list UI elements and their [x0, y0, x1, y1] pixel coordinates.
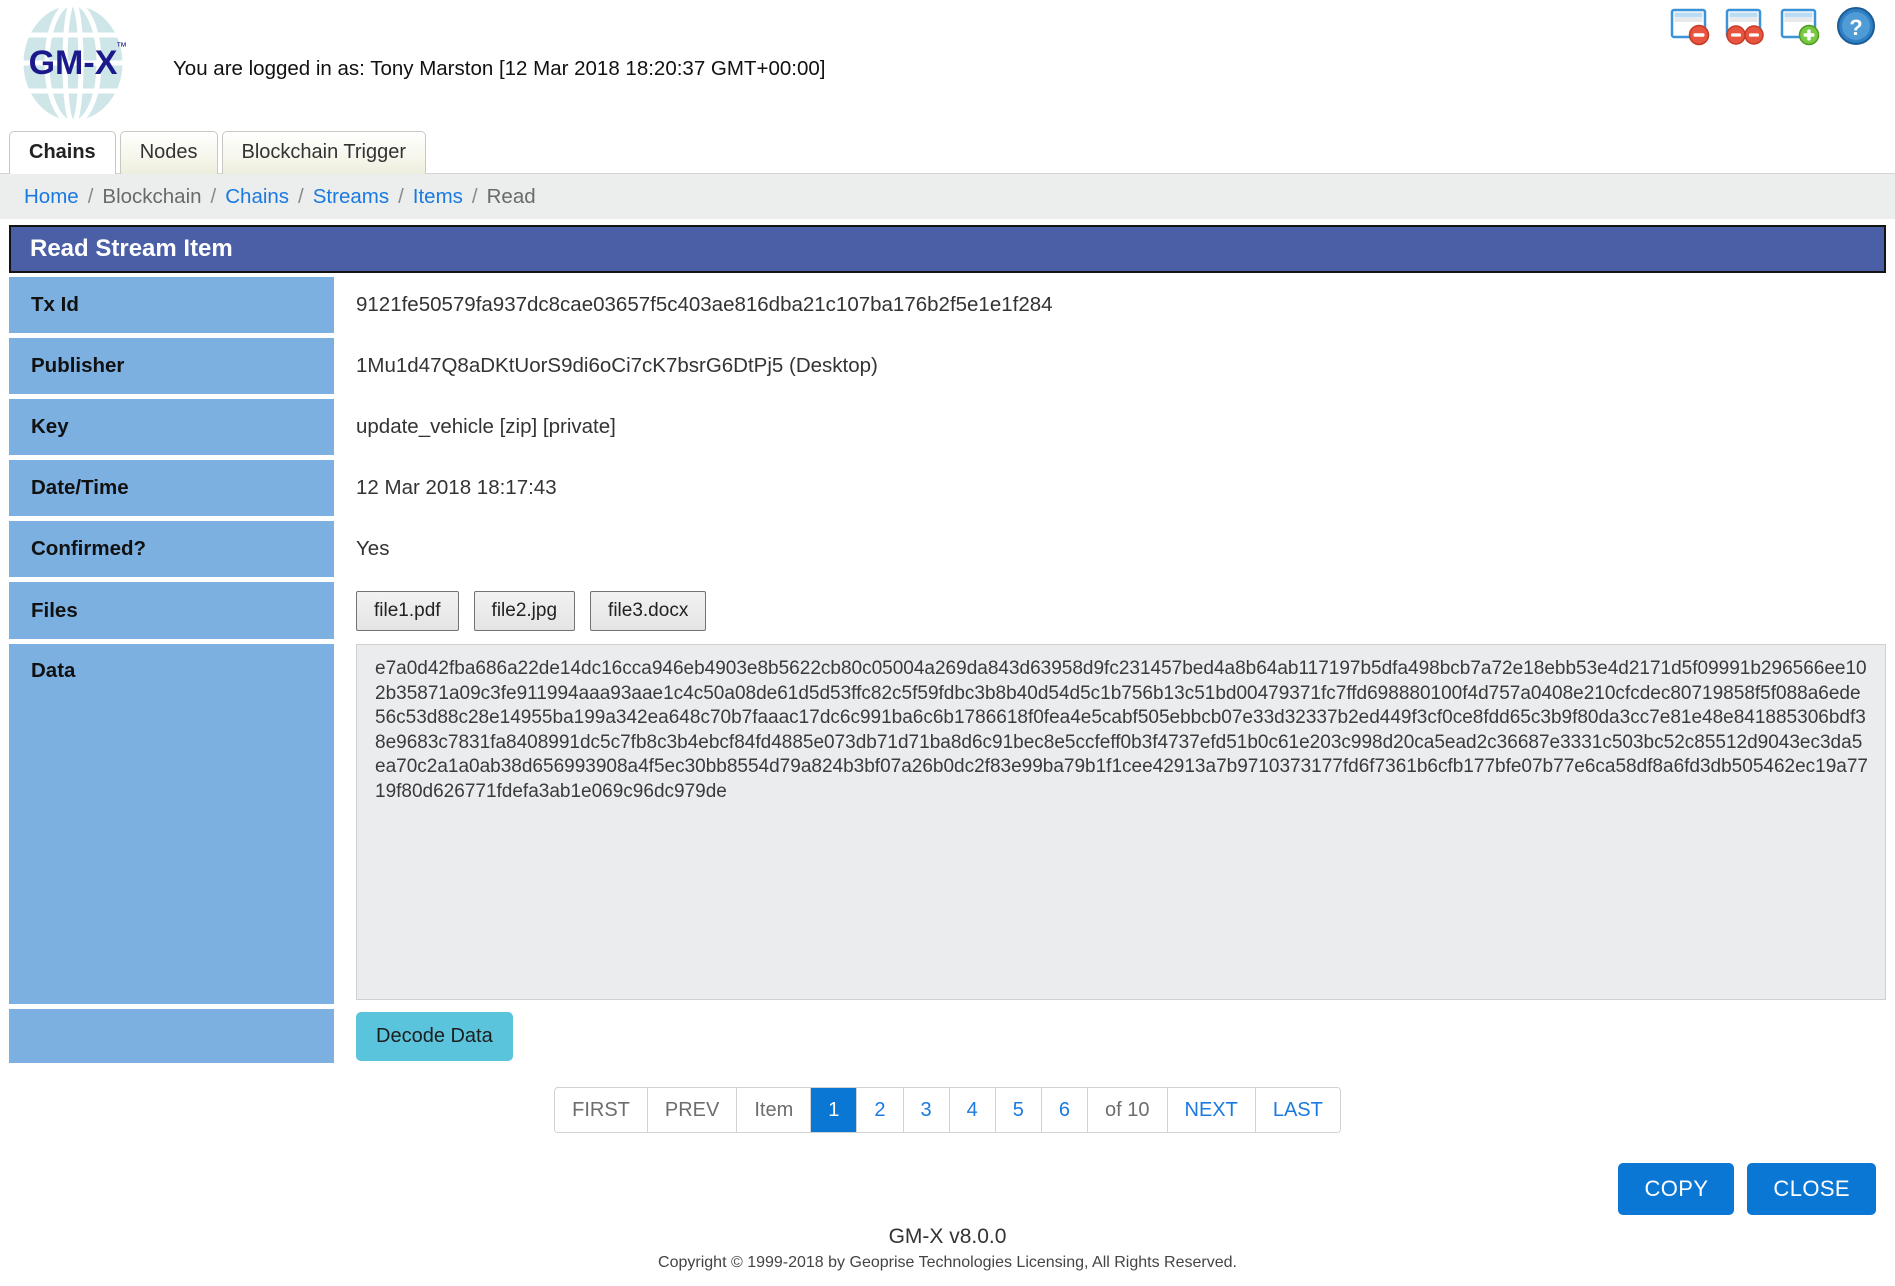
pagination: FIRST PREV Item 1 2 3 4 5 6 of 10 NEXT L… [554, 1087, 1341, 1133]
tab-blockchain-trigger-label: Blockchain Trigger [241, 141, 407, 163]
page-title: Read Stream Item [30, 235, 233, 262]
field-label-decode-spacer [9, 1009, 334, 1063]
pagination-page-3[interactable]: 3 [903, 1088, 950, 1132]
file-button-3[interactable]: file3.docx [590, 590, 707, 631]
field-value-decode: Decode Data [334, 1009, 1886, 1063]
breadcrumb-separator: / [210, 184, 217, 208]
action-button-bar: COPY CLOSE [0, 1163, 1895, 1215]
svg-text:GM-X: GM-X [29, 44, 118, 82]
field-row-files: Files file1.pdf file2.jpg file3.docx [9, 582, 1886, 639]
field-value-datetime: 12 Mar 2018 18:17:43 [356, 476, 557, 499]
field-value-files: file1.pdf file2.jpg file3.docx [334, 582, 1886, 639]
breadcrumb-separator: / [398, 184, 404, 208]
field-row-decode: Decode Data [9, 1009, 1886, 1063]
field-value-tx-id: 9121fe50579fa937dc8cae03657f5c403ae816db… [356, 293, 1053, 316]
field-label-confirmed: Confirmed? [9, 521, 334, 577]
field-row-publisher: Publisher 1Mu1d47Q8aDKtUorS9di6oCi7cK7bs… [9, 338, 1886, 394]
read-stream-item-form: Tx Id 9121fe50579fa937dc8cae03657f5c403a… [9, 273, 1886, 1063]
field-label-files: Files [9, 582, 334, 639]
pagination-last[interactable]: LAST [1255, 1088, 1340, 1132]
field-row-data: Data e7a0d42fba686a22de14dc16cca946eb490… [9, 644, 1886, 1004]
pagination-page-5[interactable]: 5 [995, 1088, 1042, 1132]
svg-text:?: ? [1849, 15, 1862, 40]
tab-blockchain-trigger[interactable]: Blockchain Trigger [221, 131, 427, 174]
gmx-logo: GM-X ™ [12, 2, 134, 124]
field-label-data: Data [9, 644, 334, 1004]
svg-text:™: ™ [116, 41, 127, 53]
field-row-datetime: Date/Time 12 Mar 2018 18:17:43 [9, 460, 1886, 516]
breadcrumb-item-read: Read [486, 184, 536, 208]
tab-chains[interactable]: Chains [9, 131, 116, 174]
pagination-first[interactable]: FIRST [555, 1088, 648, 1132]
page-footer: GM-X v8.0.0 Copyright © 1999-2018 by Geo… [0, 1225, 1895, 1272]
data-textarea[interactable]: e7a0d42fba686a22de14dc16cca946eb4903e8b5… [356, 644, 1886, 1000]
field-label-key: Key [9, 399, 334, 455]
page-header: GM-X ™ You are logged in as: Tony Marsto… [0, 0, 1895, 128]
breadcrumb-item-home[interactable]: Home [24, 185, 79, 209]
breadcrumb-item-chains[interactable]: Chains [225, 185, 289, 209]
breadcrumb-item-streams[interactable]: Streams [313, 185, 389, 209]
decode-data-button[interactable]: Decode Data [356, 1011, 513, 1061]
close-window-icon[interactable] [1670, 5, 1712, 47]
tab-chains-label: Chains [29, 141, 96, 163]
field-value-key: update_vehicle [zip] [private] [356, 415, 616, 438]
file-button-group: file1.pdf file2.jpg file3.docx [356, 590, 707, 631]
breadcrumb-separator: / [471, 184, 478, 208]
pagination-page-4[interactable]: 4 [949, 1088, 996, 1132]
close-button[interactable]: CLOSE [1747, 1163, 1876, 1215]
field-value-data: e7a0d42fba686a22de14dc16cca946eb4903e8b5… [334, 644, 1886, 1004]
file-button-2[interactable]: file2.jpg [473, 590, 576, 631]
breadcrumb: Home / Blockchain / Chains / Streams / I… [0, 173, 1895, 219]
field-value-confirmed: Yes [356, 537, 390, 560]
tab-nodes[interactable]: Nodes [119, 131, 218, 174]
field-label-tx-id: Tx Id [9, 277, 334, 333]
breadcrumb-separator: / [87, 184, 94, 208]
pagination-page-6[interactable]: 6 [1041, 1088, 1089, 1132]
pagination-page-2[interactable]: 2 [857, 1088, 904, 1132]
breadcrumb-item-items[interactable]: Items [413, 185, 463, 209]
breadcrumb-separator: / [298, 184, 304, 208]
tab-nodes-label: Nodes [139, 141, 198, 163]
page-title-bar: Read Stream Item [9, 225, 1886, 273]
pagination-prev[interactable]: PREV [647, 1088, 738, 1132]
pagination-total: of 10 [1088, 1088, 1168, 1132]
help-icon[interactable]: ? [1835, 5, 1877, 47]
field-row-key: Key update_vehicle [zip] [private] [9, 399, 1886, 455]
pagination-next[interactable]: NEXT [1167, 1088, 1256, 1132]
field-row-tx-id: Tx Id 9121fe50579fa937dc8cae03657f5c403a… [9, 277, 1886, 333]
new-window-icon[interactable] [1780, 5, 1822, 47]
tab-bar: Chains Nodes Blockchain Trigger [0, 128, 1895, 174]
header-icon-group: ? [1670, 5, 1877, 47]
app-version: GM-X v8.0.0 [888, 1225, 1007, 1248]
pagination-page-1[interactable]: 1 [811, 1088, 858, 1132]
field-label-publisher: Publisher [9, 338, 334, 394]
close-all-windows-icon[interactable] [1725, 5, 1767, 47]
pagination-wrapper: FIRST PREV Item 1 2 3 4 5 6 of 10 NEXT L… [0, 1087, 1895, 1133]
breadcrumb-item-blockchain: Blockchain [102, 184, 202, 208]
field-row-confirmed: Confirmed? Yes [9, 521, 1886, 577]
login-status-text: You are logged in as: Tony Marston [12 M… [173, 57, 826, 80]
field-value-publisher: 1Mu1d47Q8aDKtUorS9di6oCi7cK7bsrG6DtPj5 (… [356, 354, 878, 377]
copy-button[interactable]: COPY [1618, 1163, 1735, 1215]
field-label-datetime: Date/Time [9, 460, 334, 516]
file-button-1[interactable]: file1.pdf [356, 590, 459, 631]
copyright-text: Copyright © 1999-2018 by Geoprise Techno… [658, 1254, 1237, 1271]
pagination-item-label: Item [737, 1088, 812, 1132]
